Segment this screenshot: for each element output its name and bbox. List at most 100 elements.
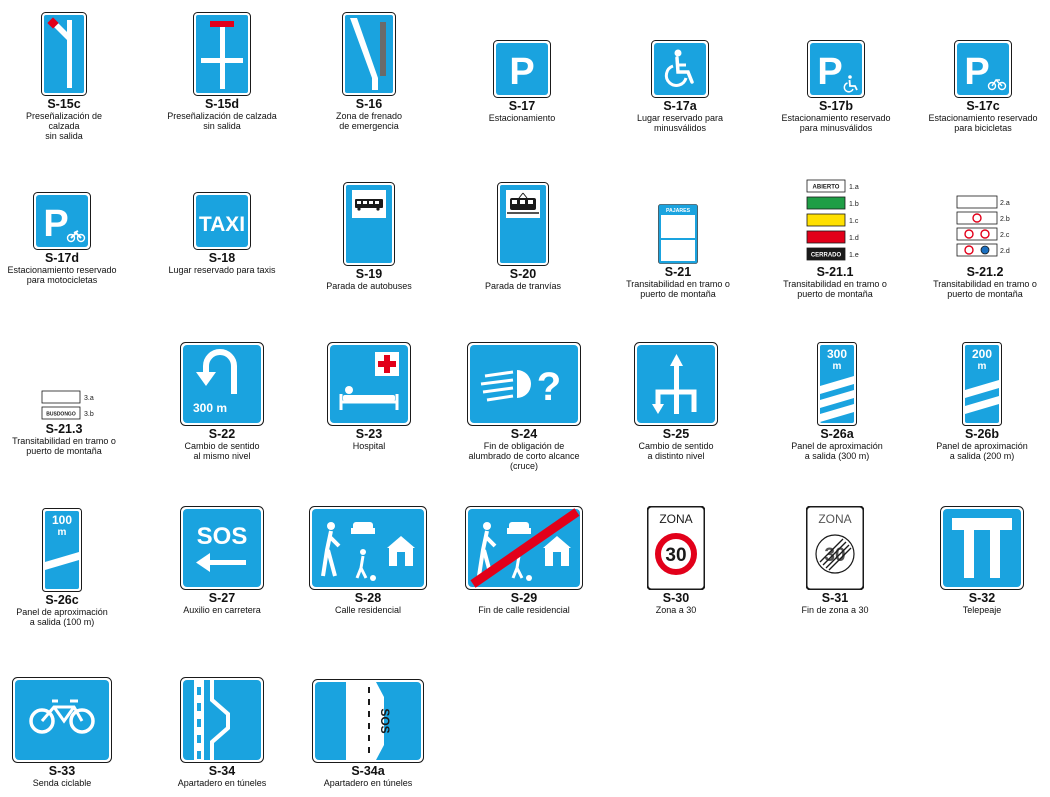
- hospital-bed-icon: [327, 342, 411, 426]
- sign-cell-s21-1: ABIERTO 1.a 1.b 1.c 1.d CERRADO 1.e S-21…: [773, 178, 897, 299]
- sign-description: Calle residencial: [334, 605, 402, 615]
- parking-motorcycle-icon: P: [33, 192, 91, 250]
- sign-code: S-24: [510, 427, 538, 441]
- zone-label: ZONA: [659, 512, 692, 526]
- tunnel-layby-icon: [180, 677, 264, 763]
- panel-place-text: BUSDONGO: [46, 412, 76, 418]
- sign-cell-s23: S-23 Hospital: [319, 342, 419, 451]
- sign-code: S-31: [821, 591, 849, 605]
- sos-arrow-icon: SOS: [180, 506, 264, 590]
- sign-description: Preseñalización de calzada sin salida: [167, 111, 277, 131]
- panel-label: 1.e: [849, 252, 859, 259]
- sign-description: Panel de aproximación a salida (100 m): [16, 607, 108, 627]
- sos-label: SOS: [197, 523, 248, 550]
- sign-code: S-26c: [45, 593, 79, 607]
- panel-label: 1.d: [849, 235, 859, 242]
- svg-text:?: ?: [537, 365, 561, 409]
- exit-countdown-200-icon: 200 m: [962, 342, 1002, 426]
- svg-text:P: P: [509, 51, 534, 93]
- panel-label: 2.c: [1000, 232, 1010, 239]
- pass-status-panels-icon: ABIERTO 1.a 1.b 1.c 1.d CERRADO 1.e: [806, 179, 859, 261]
- panel-label: 1.b: [849, 201, 859, 208]
- sign-code: S-27: [208, 591, 236, 605]
- panel-label: 3.b: [84, 411, 94, 418]
- sign-code: S-30: [662, 591, 690, 605]
- sign-description: Apartadero en túneles: [177, 778, 267, 788]
- sign-code: S-25: [662, 427, 690, 441]
- exit-countdown-100-icon: 100 m: [42, 508, 82, 592]
- sign-cell-s17b: P S-17b Estacionamiento reservado para m…: [773, 40, 899, 133]
- sign-description: Hospital: [352, 441, 386, 451]
- panel-label: 2.a: [1000, 200, 1010, 207]
- panel-label: 2.d: [1000, 248, 1010, 255]
- sign-description: Panel de aproximación a salida (200 m): [936, 441, 1028, 461]
- sign-cell-s17c: P S-17c Estacionamiento reservado para b…: [920, 40, 1046, 133]
- exit-countdown-300-icon: 300 m: [817, 342, 857, 426]
- sign-code: S-32: [968, 591, 996, 605]
- panel-label: 1.a: [849, 184, 859, 191]
- wheelchair-icon: [651, 40, 709, 98]
- sign-description: Auxilio en carretera: [183, 605, 261, 615]
- sign-cell-s21-3: 3.a BUSDONGO 3.b S-21.3 Transitabilidad …: [2, 389, 126, 456]
- sign-description: Parada de tranvías: [484, 281, 562, 291]
- taxi-icon: TAXI: [193, 192, 251, 250]
- sign-cell-s31: ZONA 30 S-31 Fin de zona a 30: [785, 506, 885, 615]
- dead-end-cross-icon: [193, 12, 251, 96]
- sign-code: S-17: [508, 99, 536, 113]
- sign-code: S-17a: [663, 99, 697, 113]
- speed-limit-value: 30: [665, 545, 686, 566]
- sign-description: Telepeaje: [962, 605, 1002, 615]
- svg-text:m: m: [978, 361, 987, 372]
- residential-street-icon: [309, 506, 427, 590]
- panel-open-text: ABIERTO: [813, 185, 840, 191]
- sign-description: Estacionamiento reservado para minusváli…: [781, 113, 891, 133]
- sign-code: S-22: [208, 427, 236, 441]
- sign-description: Lugar reservado para minusválidos: [636, 113, 724, 133]
- svg-text:100: 100: [52, 513, 72, 527]
- panel-label: 3.a: [84, 395, 94, 402]
- bicycle-path-icon: [12, 677, 112, 763]
- sign-description: Preseñalización de calzada sin salida: [25, 111, 103, 141]
- sign-cell-s27: SOS S-27 Auxilio en carretera: [172, 506, 272, 615]
- sign-description: Zona a 30: [655, 605, 697, 615]
- sos-label: SOS: [378, 708, 392, 733]
- svg-text:300: 300: [827, 347, 847, 361]
- residential-street-end-icon: [465, 506, 583, 590]
- sign-description: Zona de frenado de emergencia: [335, 111, 403, 131]
- sign-cell-s28: S-28 Calle residencial: [309, 506, 427, 615]
- sign-cell-s21-2: 2.a 2.b 2.c 2.d S-21.2 Transitabilidad e…: [922, 194, 1048, 299]
- sign-cell-s15c: S-15c Preseñalización de calzada sin sal…: [14, 12, 114, 141]
- sign-cell-s16: S-16 Zona de frenado de emergencia: [319, 12, 419, 131]
- svg-text:m: m: [833, 361, 842, 372]
- sign-description: Estacionamiento reservado para bicicleta…: [928, 113, 1038, 133]
- panel-closed-text: CERRADO: [811, 253, 842, 259]
- sign-description: Panel de aproximación a salida (300 m): [791, 441, 883, 461]
- svg-text:P: P: [817, 51, 842, 93]
- sign-description: Lugar reservado para taxis: [168, 265, 276, 275]
- sign-code: S-26a: [820, 427, 854, 441]
- sign-cell-s25: S-25 Cambio de sentido a distinto nivel: [626, 342, 726, 461]
- sign-code: S-19: [355, 267, 383, 281]
- bus-stop-icon: [343, 182, 395, 266]
- sign-code: S-28: [354, 591, 382, 605]
- pass-name: PAJARES: [666, 208, 691, 214]
- sign-cell-s18: TAXI S-18 Lugar reservado para taxis: [160, 192, 284, 275]
- sign-code: S-20: [509, 267, 537, 281]
- sign-code: S-33: [48, 764, 76, 778]
- sign-cell-s20: S-20 Parada de tranvías: [473, 182, 573, 291]
- sign-code: S-17d: [44, 251, 80, 265]
- sign-code: S-21.1: [816, 265, 854, 279]
- sign-description: Fin de zona a 30: [801, 605, 869, 615]
- pass-restriction-panels-icon: 2.a 2.b 2.c 2.d: [956, 195, 1010, 257]
- emergency-braking-icon: [342, 12, 396, 96]
- sign-code: S-17b: [818, 99, 854, 113]
- panel-label: 1.c: [849, 218, 859, 225]
- svg-text:P: P: [43, 203, 68, 245]
- dead-end-branch-icon: [41, 12, 87, 96]
- distance-label: 300 m: [193, 401, 227, 415]
- sign-code: S-15d: [204, 97, 240, 111]
- svg-text:m: m: [58, 527, 67, 538]
- sign-description: Transitabilidad en tramo o puerto de mon…: [626, 279, 730, 299]
- sign-description: Transitabilidad en tramo o puerto de mon…: [783, 279, 887, 299]
- sign-description: Estacionamiento reservado para motocicle…: [7, 265, 117, 285]
